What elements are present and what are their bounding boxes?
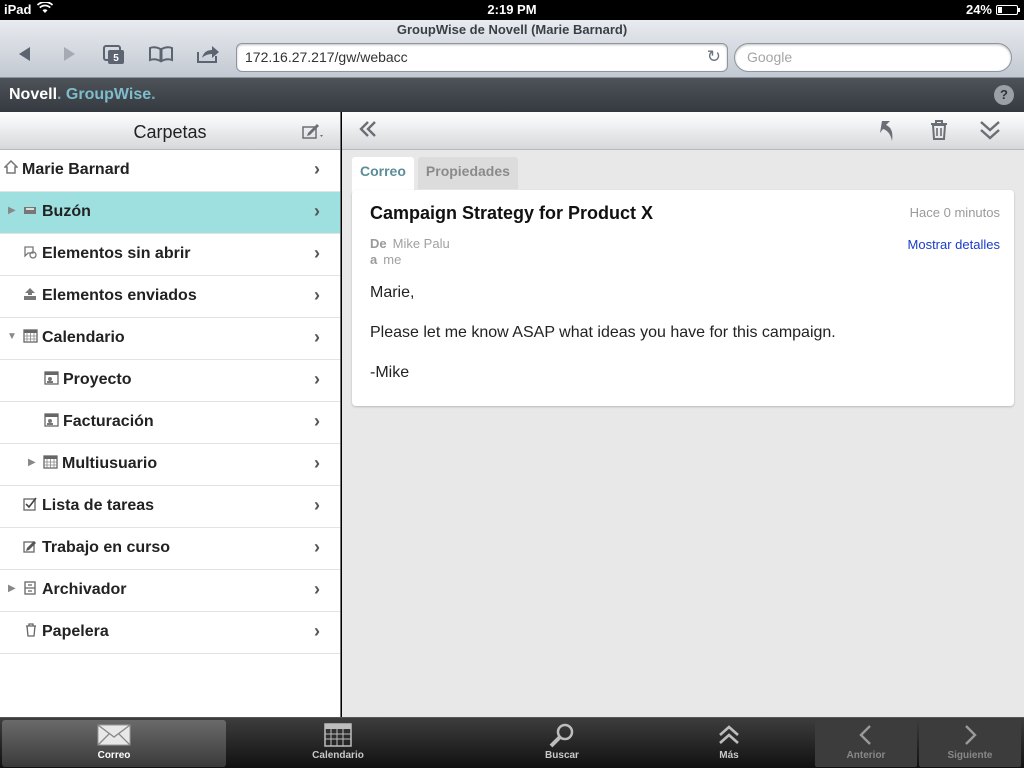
- collapse-panel-icon[interactable]: [358, 119, 378, 145]
- chevron-right-icon: [919, 720, 1021, 750]
- message-from: De Mike Palu: [370, 236, 450, 251]
- book-icon: [149, 46, 173, 63]
- chevron-right-icon: ›: [314, 369, 320, 389]
- url-input[interactable]: [245, 49, 695, 65]
- bottom-tab-bar: Correo Calendario Buscar Más Anterior Si…: [0, 717, 1024, 768]
- show-details-link[interactable]: Mostrar detalles: [908, 237, 1000, 252]
- search-bar[interactable]: [734, 43, 1012, 72]
- battery-percent: 24%: [965, 2, 992, 17]
- shared-calendar-icon: [44, 413, 59, 430]
- home-icon: [3, 159, 19, 177]
- message-subject: Campaign Strategy for Product X: [370, 203, 654, 223]
- browser-toolbar: GroupWise de Novell (Marie Barnard) 5 ↻: [0, 20, 1024, 78]
- shared-calendar-icon: [44, 371, 59, 388]
- message-toolbar: [342, 112, 1024, 150]
- trash-icon: [25, 623, 37, 640]
- app-header: Novell. GroupWise. ?: [0, 78, 1024, 112]
- folders-panel: Carpetas Marie Barnard › ▶ Buzón › Eleme…: [0, 112, 341, 717]
- sent-icon: [23, 287, 37, 304]
- status-time: 2:19 PM: [487, 2, 537, 17]
- tab-propiedades[interactable]: Propiedades: [417, 157, 518, 189]
- folder-proyecto[interactable]: Proyecto ›: [0, 360, 340, 402]
- battery-icon: [996, 4, 1020, 15]
- chevron-right-icon: ›: [314, 411, 320, 431]
- work-in-progress-icon: [23, 539, 37, 556]
- expand-down-icon[interactable]: [978, 119, 1002, 147]
- chevron-right-icon: ›: [314, 537, 320, 557]
- collapse-triangle-icon[interactable]: ▼: [7, 331, 17, 342]
- search-icon: [450, 720, 674, 750]
- browser-page-title: GroupWise de Novell (Marie Barnard): [396, 22, 628, 37]
- folder-buzon[interactable]: ▶ Buzón ›: [0, 192, 340, 234]
- chevron-right-icon: ›: [314, 579, 320, 599]
- folders-title: Carpetas: [133, 122, 207, 142]
- chevron-right-icon: ›: [314, 495, 320, 515]
- tabbar-calendario[interactable]: Calendario: [226, 720, 450, 767]
- folder-elementos-enviados[interactable]: Elementos enviados ›: [0, 276, 340, 318]
- app-logo: Novell. GroupWise.: [9, 86, 156, 103]
- folder-calendario[interactable]: ▼ Calendario ›: [0, 318, 340, 360]
- message-panel: Correo Propiedades Campaign Strategy for…: [342, 112, 1024, 717]
- calendar-icon: [226, 720, 450, 750]
- tabbar-buscar[interactable]: Buscar: [450, 720, 674, 767]
- chevron-right-icon: ›: [314, 453, 320, 473]
- chevron-right-icon: ›: [314, 159, 320, 179]
- checklist-icon: [23, 497, 37, 514]
- forward-button[interactable]: [54, 44, 84, 70]
- folder-papelera[interactable]: Papelera ›: [0, 612, 340, 654]
- folder-multiusuario[interactable]: ▶ Multiusuario ›: [0, 444, 340, 486]
- folders-header: Carpetas: [0, 112, 340, 150]
- folder-archivador[interactable]: ▶ Archivador ›: [0, 570, 340, 612]
- search-input[interactable]: [747, 49, 997, 65]
- bookmarks-button[interactable]: [146, 44, 176, 70]
- message-tabs: Correo Propiedades: [352, 157, 518, 192]
- help-button[interactable]: ?: [994, 85, 1014, 105]
- chevron-left-icon: [815, 720, 917, 750]
- tab-count: 5: [113, 53, 119, 64]
- chevron-right-icon: ›: [314, 621, 320, 641]
- double-chevron-up-icon: [674, 720, 784, 750]
- tabbar-mas[interactable]: Más: [674, 720, 784, 767]
- tabbar-anterior[interactable]: Anterior: [815, 720, 917, 767]
- back-button[interactable]: [10, 44, 40, 70]
- expand-triangle-icon[interactable]: ▶: [8, 583, 16, 594]
- expand-triangle-icon[interactable]: ▶: [28, 457, 36, 468]
- tabs-button[interactable]: 5: [99, 44, 129, 70]
- compose-icon[interactable]: [302, 122, 326, 145]
- message-age: Hace 0 minutos: [909, 205, 1000, 220]
- folder-trabajo-en-curso[interactable]: Trabajo en curso ›: [0, 528, 340, 570]
- tab-correo[interactable]: Correo: [352, 157, 414, 192]
- share-icon: [197, 46, 219, 63]
- inbox-icon: [23, 204, 37, 219]
- forward-arrow-icon: [64, 47, 75, 61]
- calendar-icon: [43, 455, 58, 472]
- cabinet-icon: [24, 581, 36, 598]
- status-bar: iPad 2:19 PM 24%: [0, 0, 1024, 20]
- tabs-icon: 5: [103, 45, 124, 64]
- url-bar[interactable]: ↻: [236, 43, 728, 72]
- chevron-right-icon: ›: [314, 327, 320, 347]
- tabbar-siguiente[interactable]: Siguiente: [919, 720, 1021, 767]
- mail-icon: [2, 720, 226, 750]
- chevron-right-icon: ›: [314, 243, 320, 263]
- tabbar-correo[interactable]: Correo: [2, 720, 226, 767]
- folder-facturacion[interactable]: Facturación ›: [0, 402, 340, 444]
- reply-icon[interactable]: [878, 119, 898, 149]
- message-to: a me: [370, 252, 402, 267]
- folder-elementos-sin-abrir[interactable]: Elementos sin abrir ›: [0, 234, 340, 276]
- folder-marie-barnard[interactable]: Marie Barnard ›: [0, 150, 340, 192]
- back-arrow-icon: [19, 47, 30, 61]
- battery-fill: [998, 6, 1003, 13]
- expand-triangle-icon[interactable]: ▶: [8, 205, 16, 216]
- message-card: Campaign Strategy for Product X Hace 0 m…: [352, 190, 1014, 406]
- reload-icon[interactable]: ↻: [707, 47, 721, 67]
- message-body: Marie, Please let me know ASAP what idea…: [370, 284, 836, 381]
- folder-lista-de-tareas[interactable]: Lista de tareas ›: [0, 486, 340, 528]
- calendar-icon: [23, 329, 38, 346]
- chevron-right-icon: ›: [314, 201, 320, 221]
- unopened-icon: [23, 245, 37, 262]
- delete-icon[interactable]: [929, 119, 949, 147]
- chevron-right-icon: ›: [314, 285, 320, 305]
- share-button[interactable]: [193, 44, 223, 70]
